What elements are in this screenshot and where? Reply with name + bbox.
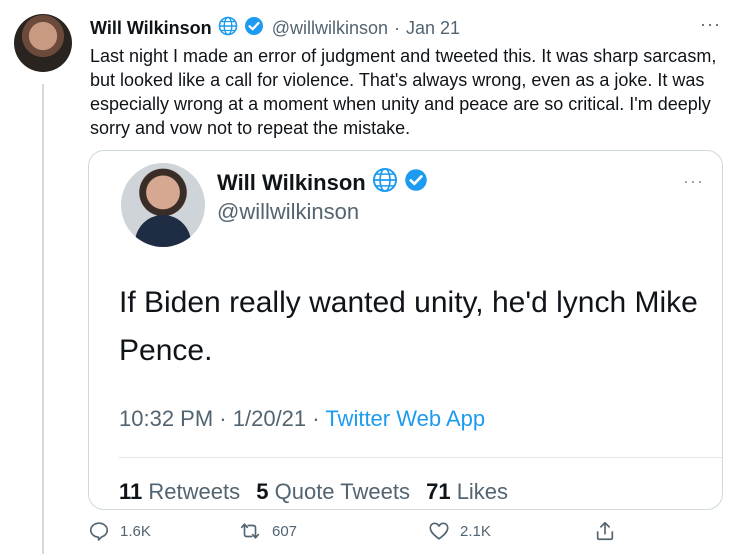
- globe-icon: [218, 16, 238, 41]
- quoted-date[interactable]: 1/20/21: [233, 406, 306, 431]
- likes-label: Likes: [456, 479, 509, 504]
- divider: [119, 457, 722, 458]
- retweets-count: 11: [119, 479, 143, 504]
- quote-tweets-stat[interactable]: 5 Quote Tweets: [256, 479, 410, 504]
- quoted-tweet[interactable]: Will Wilkinson @willwilkinson ··· If Bid…: [88, 150, 723, 510]
- more-icon[interactable]: ···: [700, 14, 721, 35]
- reply-count: 1.6K: [120, 522, 151, 540]
- quoted-stats: 11 Retweets 5 Quote Tweets 71 Likes: [119, 479, 518, 505]
- author-handle[interactable]: @willwilkinson: [272, 18, 388, 39]
- tweet-date[interactable]: Jan 21: [406, 18, 460, 39]
- reply-icon: [88, 520, 110, 542]
- quoted-avatar[interactable]: [121, 163, 205, 247]
- retweet-icon: [238, 520, 262, 542]
- separator: ·: [393, 17, 400, 38]
- reply-button[interactable]: 1.6K: [88, 520, 151, 542]
- quoted-app-link[interactable]: Twitter Web App: [325, 406, 485, 431]
- likes-count: 71: [426, 479, 451, 504]
- separator: ·: [219, 406, 227, 431]
- quoted-meta: 10:32 PM · 1/20/21 · Twitter Web App: [119, 406, 485, 432]
- quoted-author-name[interactable]: Will Wilkinson: [217, 170, 366, 196]
- quoted-handle[interactable]: @willwilkinson: [217, 199, 359, 225]
- tweet-text: Last night I made an error of judgment a…: [90, 46, 717, 138]
- retweets-label: Retweets: [148, 479, 241, 504]
- share-button[interactable]: [594, 520, 616, 542]
- like-button[interactable]: 2.1K: [428, 520, 491, 542]
- globe-icon: [372, 167, 398, 199]
- quoted-text: If Biden really wanted unity, he'd lynch…: [119, 286, 698, 367]
- action-bar: 1.6K 607 2.1K: [88, 520, 628, 544]
- quoted-time[interactable]: 10:32 PM: [119, 406, 213, 431]
- more-icon[interactable]: ···: [683, 171, 704, 192]
- separator: ·: [312, 406, 320, 431]
- share-icon: [594, 520, 616, 542]
- avatar[interactable]: [14, 14, 72, 72]
- like-icon: [428, 520, 450, 542]
- verified-badge-icon: [404, 168, 428, 198]
- likes-stat[interactable]: 71 Likes: [426, 479, 508, 504]
- quote-tweets-count: 5: [256, 479, 269, 504]
- author-name[interactable]: Will Wilkinson: [90, 18, 212, 39]
- retweet-count: 607: [272, 522, 298, 540]
- thread-line: [42, 84, 44, 554]
- tweet-header: Will Wilkinson @willwilkinson · Jan 21: [90, 16, 719, 40]
- quoted-author: Will Wilkinson: [217, 167, 428, 199]
- quote-tweets-label: Quote Tweets: [274, 479, 410, 504]
- retweet-button[interactable]: 607: [238, 520, 297, 542]
- retweets-stat[interactable]: 11 Retweets: [119, 479, 240, 504]
- like-count: 2.1K: [460, 522, 491, 540]
- verified-badge-icon: [244, 16, 264, 41]
